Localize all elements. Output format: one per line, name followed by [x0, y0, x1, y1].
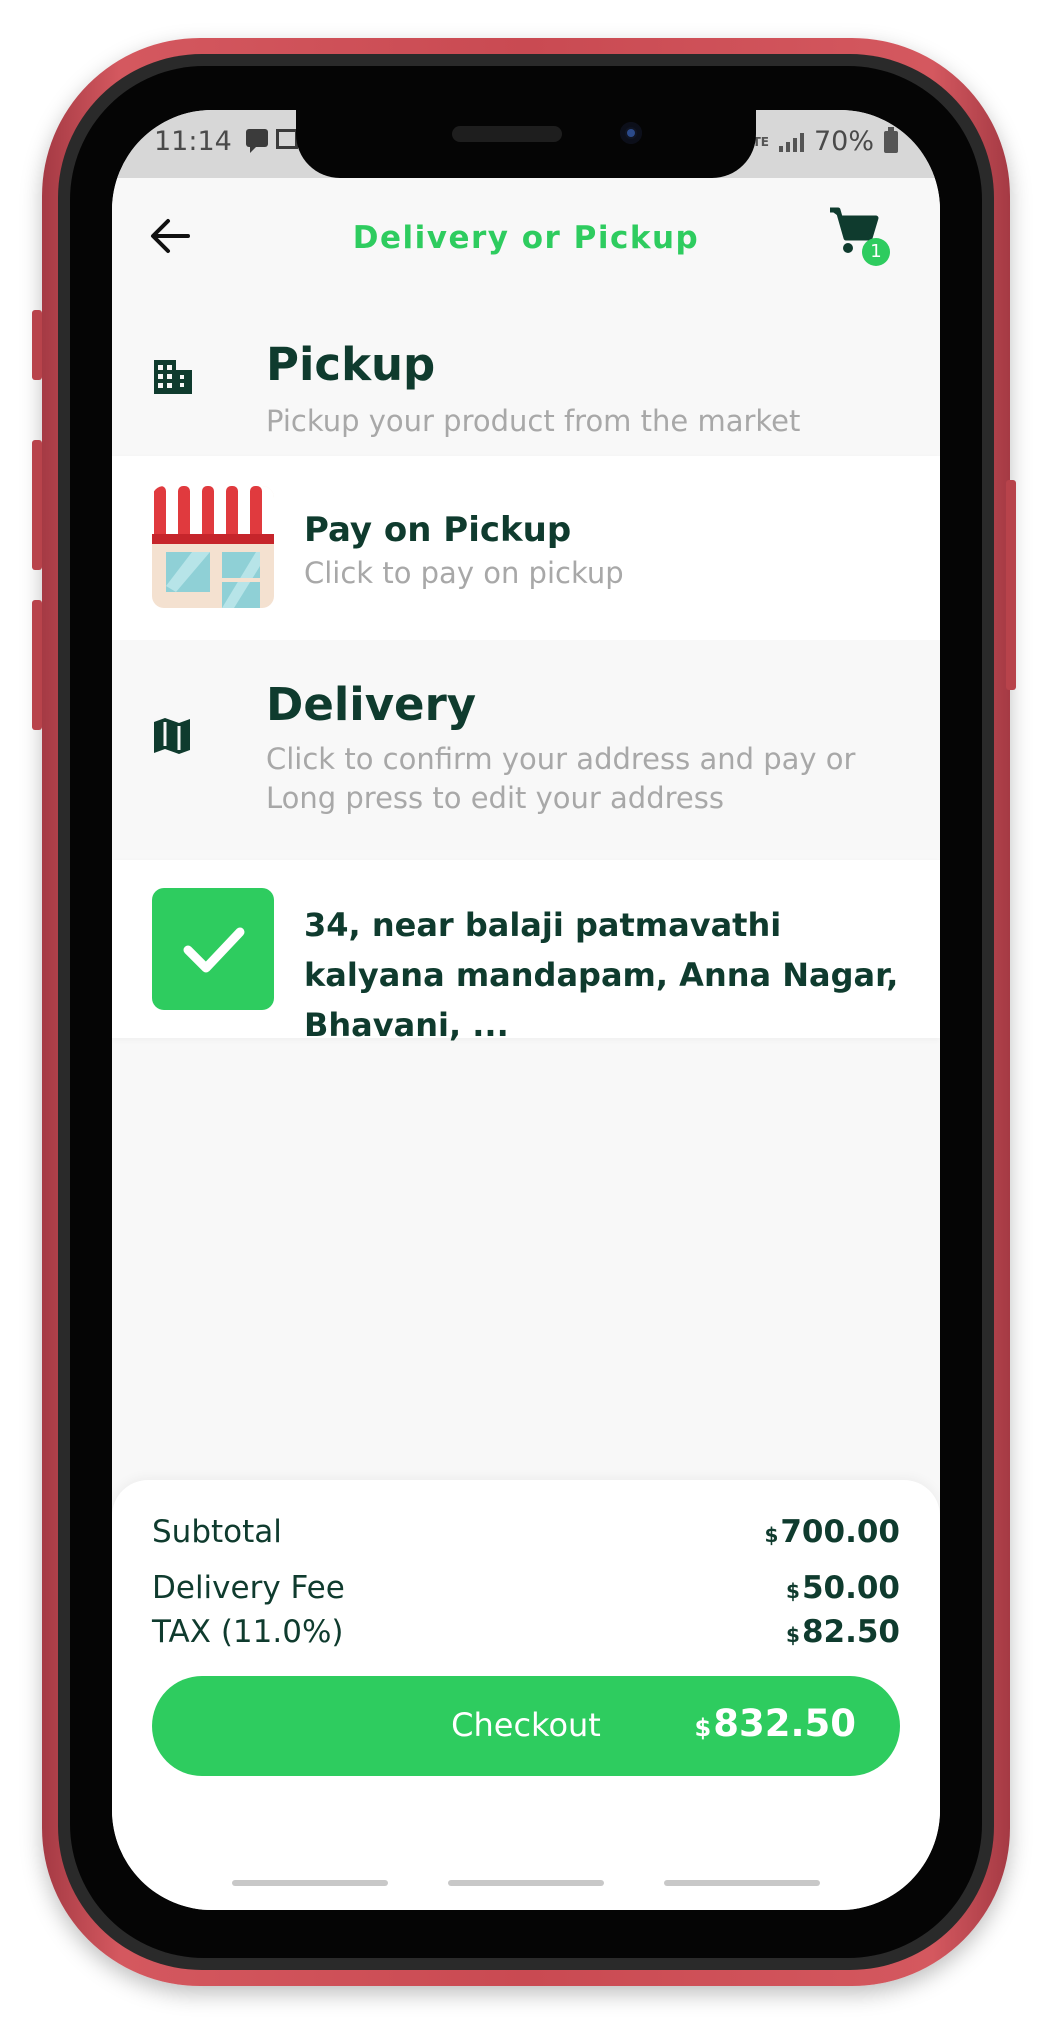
phone-screen: 11:14 LTE 70% Delivery or Pickup 1 Picku…: [112, 110, 940, 1910]
nav-indicator: [664, 1880, 820, 1886]
delivery-title: Delivery: [266, 678, 477, 731]
nav-indicator: [232, 1880, 388, 1886]
checkout-button[interactable]: Checkout $832.50: [152, 1676, 900, 1776]
phone-side-button: [32, 440, 42, 570]
delivery-address: 34, near balaji patmavathi kalyana manda…: [304, 906, 899, 1044]
signal-icon: [778, 132, 804, 152]
delivery-fee-label: Delivery Fee: [152, 1570, 345, 1606]
page-title: Delivery or Pickup: [352, 220, 700, 256]
pickup-title: Pickup: [266, 338, 436, 391]
cart-count-badge: 1: [862, 238, 890, 266]
pickup-section-header: Pickup Pickup your product from the mark…: [112, 296, 940, 456]
delivery-address-card[interactable]: 34, near balaji patmavathi kalyana manda…: [112, 860, 940, 1044]
selected-address-indicator: [152, 888, 274, 1010]
cart-button[interactable]: 1: [826, 204, 890, 266]
battery-icon: [884, 126, 898, 153]
status-right: LTE 70%: [747, 126, 898, 157]
store-icon: [152, 486, 274, 608]
subtotal-row: Subtotal $700.00: [152, 1514, 900, 1550]
tax-row: TAX (11.0%) $82.50: [152, 1614, 900, 1650]
image-icon: [276, 129, 298, 149]
checkout-total: $832.50: [694, 1702, 856, 1745]
status-notification-icons: [246, 129, 298, 153]
nav-indicator: [448, 1880, 604, 1886]
delivery-fee-value: $50.00: [786, 1570, 900, 1606]
subtotal-label: Subtotal: [152, 1514, 282, 1550]
subtotal-value: $700.00: [764, 1514, 900, 1550]
check-icon: [183, 927, 245, 973]
speaker-grille: [452, 126, 562, 142]
pay-on-pickup-subtitle: Click to pay on pickup: [304, 556, 624, 590]
map-icon: [154, 718, 190, 754]
tax-label: TAX (11.0%): [152, 1614, 344, 1650]
pay-on-pickup-title: Pay on Pickup: [304, 510, 572, 550]
status-bar: 11:14 LTE 70%: [112, 110, 940, 178]
front-camera: [620, 122, 642, 144]
order-summary: Subtotal $700.00 Delivery Fee $50.00 TAX…: [112, 1480, 940, 1910]
building-icon: [154, 360, 192, 394]
phone-side-button: [32, 310, 42, 380]
app-bar: Delivery or Pickup 1: [112, 178, 940, 296]
delivery-section-header: Delivery Click to confirm your address a…: [112, 640, 940, 860]
status-time: 11:14: [154, 126, 232, 157]
pay-on-pickup-card[interactable]: Pay on Pickup Click to pay on pickup: [112, 456, 940, 640]
phone-notch: [296, 110, 756, 178]
pickup-subtitle: Pickup your product from the market: [266, 404, 801, 438]
phone-side-button: [1006, 480, 1016, 690]
battery-percent: 70%: [813, 126, 874, 157]
message-icon: [246, 129, 268, 153]
delivery-subtitle: Click to confirm your address and pay or…: [266, 742, 856, 815]
tax-value: $82.50: [786, 1614, 900, 1650]
phone-side-button: [32, 600, 42, 730]
delivery-fee-row: Delivery Fee $50.00: [152, 1570, 900, 1606]
